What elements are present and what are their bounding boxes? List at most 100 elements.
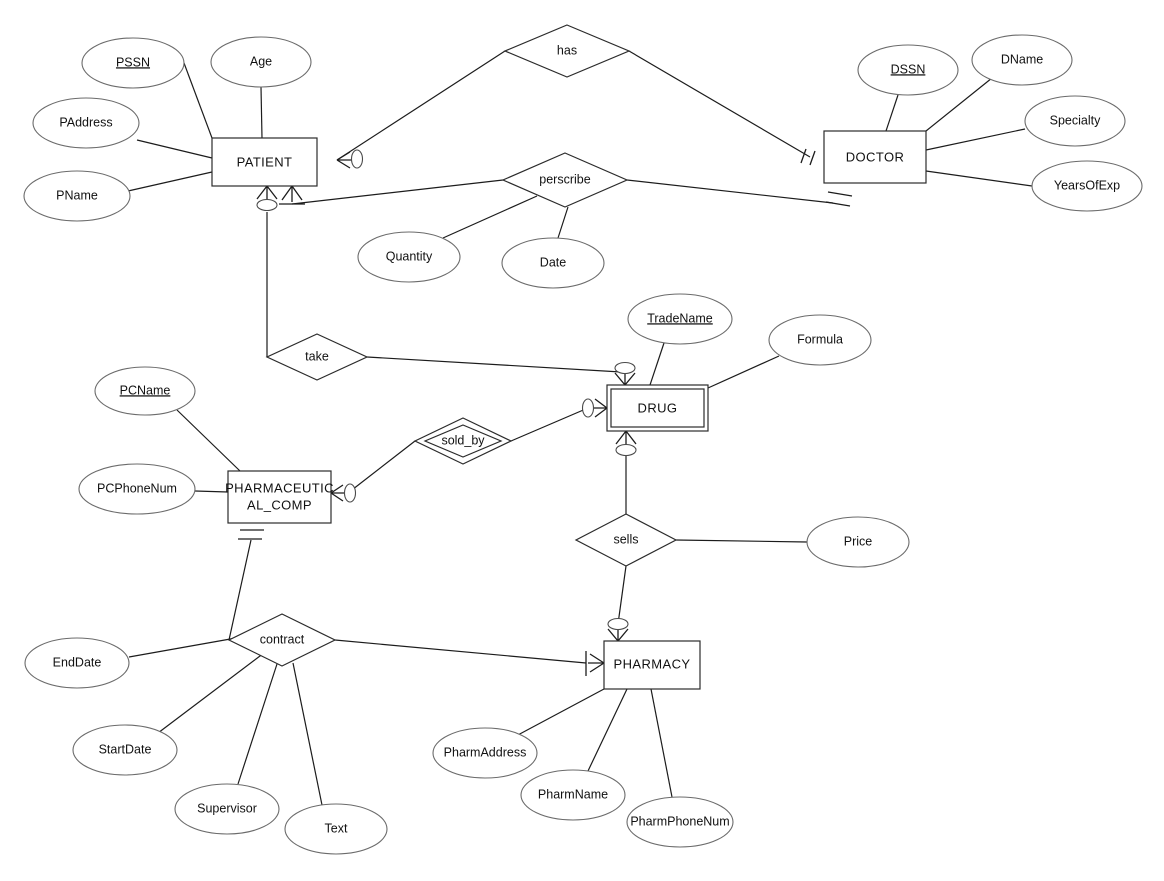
marker-pharmcomp-contract-one-and-only-one: [238, 529, 264, 540]
cardinality-markers: [238, 148, 853, 676]
line-sells-pharmacy: [617, 565, 627, 625]
entity-pharmcomp-label-line1: PHARMACEUTIC: [225, 480, 334, 495]
line-attr-pssn: [183, 62, 213, 139]
attribute-date[interactable]: Date: [501, 237, 605, 289]
attribute-specialty-label: Specialty: [1050, 113, 1101, 127]
attribute-pname[interactable]: PName: [23, 170, 131, 222]
attribute-supervisor-label: Supervisor: [197, 801, 257, 815]
line-attr-tradename: [649, 342, 665, 386]
attribute-supervisor[interactable]: Supervisor: [174, 783, 280, 835]
entity-drug-label: DRUG: [638, 400, 678, 415]
relationship-sold-by-identifying[interactable]: sold_by: [413, 417, 513, 465]
attribute-formula-label: Formula: [797, 332, 843, 346]
line-pharmcomp-soldby: [347, 440, 416, 494]
relationship-has-label: has: [557, 43, 577, 57]
attribute-pcname[interactable]: PCName: [94, 366, 196, 416]
attribute-paddress-label: PAddress: [59, 115, 112, 129]
attribute-pssn[interactable]: PSSN: [81, 37, 185, 89]
attribute-formula[interactable]: Formula: [768, 314, 872, 366]
attribute-pcname-label: PCName: [120, 383, 171, 397]
line-attr-pharmphone: [650, 688, 673, 798]
attribute-pharmphonenum-label: PharmPhoneNum: [630, 814, 729, 828]
line-perscribe-doctor: [626, 179, 834, 204]
line-soldby-drug: [510, 407, 589, 442]
attribute-pharmname[interactable]: PharmName: [520, 769, 626, 821]
line-patient-perscribe: [291, 179, 504, 205]
marker-patient-take-zero-or-many: [256, 185, 278, 212]
attribute-age[interactable]: Age: [210, 36, 312, 88]
attribute-tradename[interactable]: TradeName: [627, 293, 733, 345]
entity-patient[interactable]: PATIENT: [211, 137, 318, 187]
attribute-yearsofexp-label: YearsOfExp: [1054, 178, 1120, 192]
line-contract-pharmacy: [334, 639, 587, 664]
marker-take-drug-zero-or-many: [614, 361, 636, 386]
attribute-text[interactable]: Text: [284, 803, 388, 855]
entity-pharmcomp-label-line2: AL_COMP: [247, 497, 312, 512]
relationships: has perscribe take sold_by sells contrac…: [227, 24, 678, 667]
line-patient-has: [336, 50, 506, 161]
relationship-has[interactable]: has: [503, 24, 631, 78]
relationship-take-label: take: [305, 349, 329, 363]
entity-patient-label: PATIENT: [237, 154, 293, 169]
attributes: PSSN Age PAddress PName DSSN DName Speci…: [23, 34, 1143, 855]
attribute-date-label: Date: [540, 255, 566, 269]
attribute-yearsofexp[interactable]: YearsOfExp: [1031, 160, 1143, 212]
attribute-pcphonenum[interactable]: PCPhoneNum: [78, 463, 196, 515]
relationship-perscribe-label: perscribe: [539, 172, 590, 186]
attribute-enddate[interactable]: EndDate: [24, 637, 130, 689]
relationship-take[interactable]: take: [265, 333, 369, 381]
attribute-dssn[interactable]: DSSN: [857, 44, 959, 96]
line-attr-quantity: [442, 195, 538, 239]
line-attr-pharmaddress: [515, 688, 605, 737]
attribute-pharmphonenum[interactable]: PharmPhoneNum: [626, 796, 734, 848]
entity-drug-weak[interactable]: DRUG: [606, 384, 709, 432]
attribute-paddress[interactable]: PAddress: [32, 97, 140, 149]
attribute-pharmname-label: PharmName: [538, 787, 608, 801]
attribute-tradename-label: TradeName: [647, 311, 713, 325]
attribute-dname[interactable]: DName: [971, 34, 1073, 86]
attribute-pcphonenum-label: PCPhoneNum: [97, 481, 177, 495]
line-attr-pcname: [176, 409, 241, 472]
entity-doctor-label: DOCTOR: [846, 149, 905, 164]
line-attr-enddate: [128, 637, 237, 658]
line-attr-formula: [707, 355, 780, 389]
marker-sells-pharmacy-zero-or-many: [607, 617, 629, 642]
marker-patient-perscribe-one-or-many: [279, 185, 305, 205]
entity-doctor[interactable]: DOCTOR: [823, 130, 927, 184]
line-attr-pharmname: [587, 688, 628, 772]
line-pharmcomp-contract: [228, 539, 252, 641]
line-attr-specialty: [925, 128, 1026, 151]
line-attr-dssn: [885, 94, 899, 132]
line-attr-startdate: [157, 652, 265, 734]
relationship-perscribe[interactable]: perscribe: [501, 152, 629, 208]
entities: PATIENT DOCTOR DRUG PHARMACEUTIC AL_COMP…: [211, 130, 927, 690]
attribute-text-label: Text: [325, 821, 348, 835]
marker-has-doctor-one-and-only-one: [800, 148, 816, 166]
relationship-contract[interactable]: contract: [227, 613, 337, 667]
marker-contract-pharmacy-one-or-many: [585, 651, 605, 676]
line-attr-paddress: [136, 139, 213, 159]
line-attr-supervisor: [237, 663, 278, 785]
marker-pharmcomp-soldby-zero-or-many: [330, 483, 357, 503]
attribute-enddate-label: EndDate: [53, 655, 102, 669]
entity-pharmacy[interactable]: PHARMACY: [603, 640, 701, 690]
attribute-pharmaddress[interactable]: PharmAddress: [432, 727, 538, 779]
attribute-quantity[interactable]: Quantity: [357, 231, 461, 283]
line-attr-text: [292, 662, 323, 806]
marker-perscribe-doctor-one-and-only-one: [825, 191, 853, 207]
line-attr-age: [260, 86, 263, 139]
relationship-sells[interactable]: sells: [574, 513, 678, 567]
line-attr-pname: [127, 171, 213, 192]
line-take-drug: [366, 356, 622, 373]
attribute-pname-label: PName: [56, 188, 98, 202]
attribute-pssn-label: PSSN: [116, 55, 150, 69]
er-diagram-canvas: PATIENT DOCTOR DRUG PHARMACEUTIC AL_COMP…: [0, 0, 1164, 881]
attribute-pharmaddress-label: PharmAddress: [444, 745, 527, 759]
line-attr-yearsofexp: [925, 170, 1033, 187]
line-attr-date: [557, 206, 569, 239]
attribute-startdate[interactable]: StartDate: [72, 724, 178, 776]
entity-pharmaceutical-comp[interactable]: PHARMACEUTIC AL_COMP: [225, 470, 334, 524]
attribute-specialty[interactable]: Specialty: [1024, 95, 1126, 147]
attribute-startdate-label: StartDate: [99, 742, 152, 756]
attribute-price[interactable]: Price: [806, 516, 910, 568]
